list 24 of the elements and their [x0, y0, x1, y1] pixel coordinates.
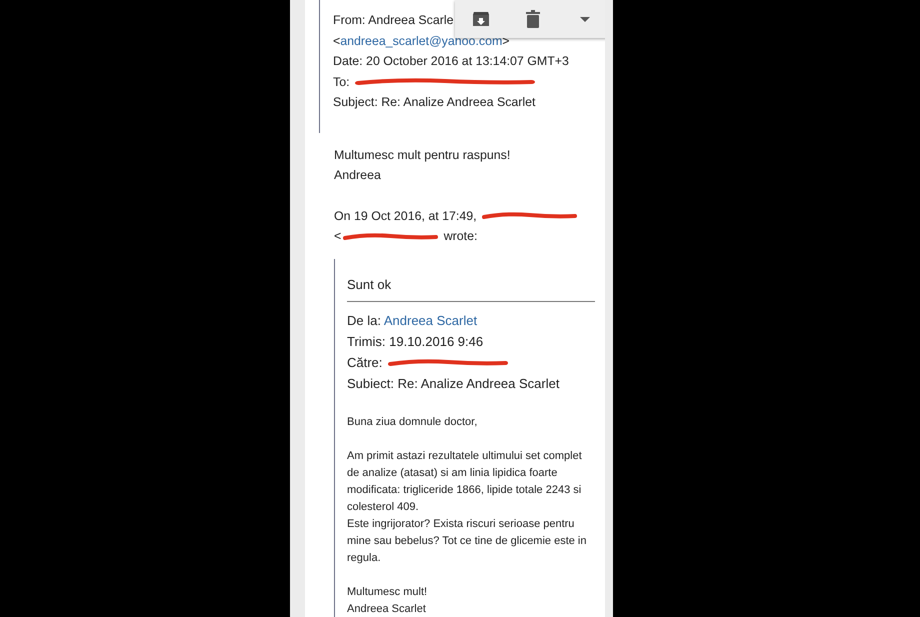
- message-text: >: [502, 34, 510, 48]
- email-link[interactable]: Andreea Scarlet: [384, 312, 478, 328]
- message-text: Trimis: 19.10.2016 9:46: [347, 334, 484, 348]
- email-link[interactable]: andreea_scarlet@yahoo.com: [340, 34, 502, 48]
- body-paragraph: Buna ziua domnule doctor,: [347, 414, 478, 430]
- message-text: <: [334, 229, 342, 243]
- body-paragraph: Multumesc mult! Andreea Scarlet: [347, 584, 428, 616]
- message-text: Multumesc mult pentru raspuns!: [334, 148, 510, 162]
- message-text: De la:: [347, 312, 382, 328]
- message-text: To:: [333, 74, 351, 88]
- message-text: Subiect: Re: Analize Andreea Scarlet: [347, 376, 560, 390]
- message-text: On 19 Oct 2016, at 17:49,: [334, 208, 478, 222]
- caret-icon: [580, 16, 590, 22]
- message-text: Andreea: [334, 168, 381, 182]
- archive-icon: [471, 9, 491, 29]
- message-text: <: [333, 34, 340, 48]
- trash-icon: [523, 9, 543, 29]
- reply-text: Sunt ok: [347, 276, 392, 294]
- message-text: wrote:: [442, 229, 478, 243]
- body-paragraph: Am primit astazi rezultatele ultimului set complet de analize (atasat) si am linia lipidica foarte modificata: trigliceride 1866, lipide totale 2243 si colesterol 409. Este ingrijorator? Exista riscuri serioase pentru mine sau bebelus? Tot ce tine de glicemie este in regula.: [347, 448, 587, 566]
- message-text: Subject: Re: Analize Andreea Scarlet: [333, 95, 536, 109]
- message-text: Date: 20 October 2016 at 13:14:07 GMT+3: [333, 54, 569, 68]
- message-text: Către:: [347, 354, 384, 370]
- message-text: From: Andreea Scarle: [333, 13, 454, 27]
